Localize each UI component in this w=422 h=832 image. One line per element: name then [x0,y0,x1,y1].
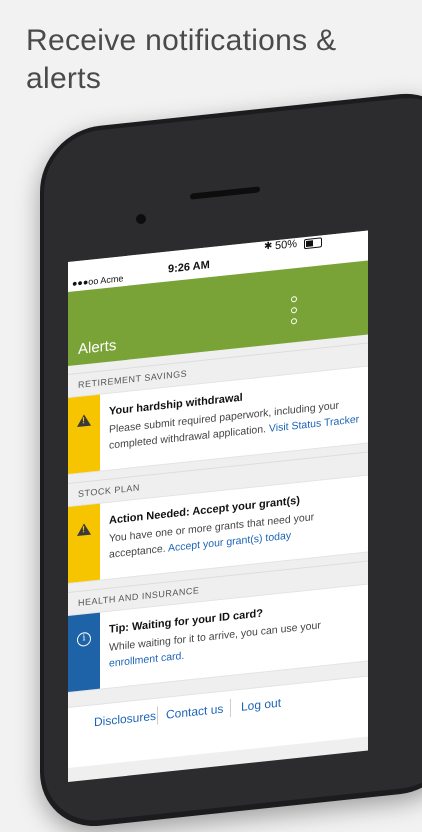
phone-screen: ●●●oo Acme 9:26 AM ✱ 50% Alerts RETIREME… [68,230,368,782]
marketing-headline: Receive notifications & alerts [26,24,337,95]
disclosures-link[interactable]: Disclosures [94,709,156,730]
alert-stripe: i [68,612,100,692]
page-title: Alerts [78,336,117,358]
info-icon: i [77,631,91,648]
bluetooth-icon: ✱ [264,240,273,253]
alert-stripe [68,394,100,474]
enrollment-card-link[interactable]: enrollment card. [109,650,184,670]
footer-divider [157,706,158,725]
contact-us-link[interactable]: Contact us [166,702,223,722]
logout-link[interactable]: Log out [241,696,281,714]
battery-icon [304,237,322,250]
footer-links: Disclosures Contact us Log out [68,675,368,768]
clock: 9:26 AM [168,259,210,276]
warning-icon [77,413,91,428]
footer-divider [230,698,231,717]
phone-camera [136,214,146,224]
vertical-dots-icon[interactable] [290,295,298,325]
battery-percent: 50% [275,237,298,253]
alert-stripe [68,503,100,583]
warning-icon [77,522,91,537]
